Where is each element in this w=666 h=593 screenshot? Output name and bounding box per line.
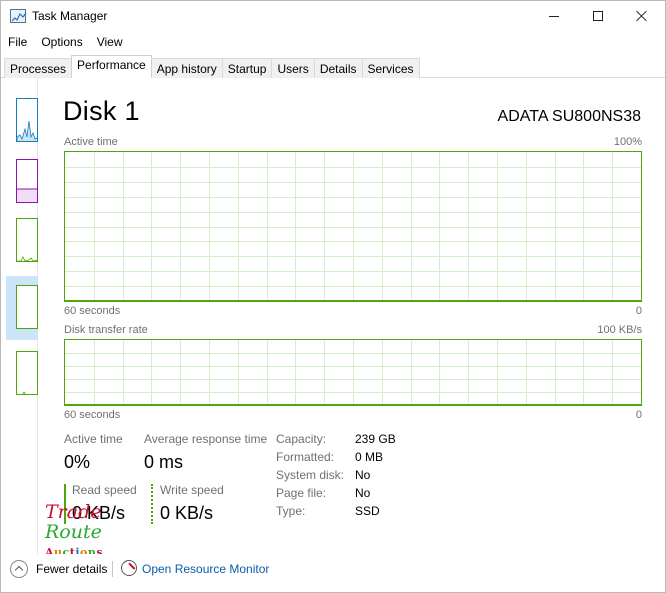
close-icon — [636, 10, 648, 22]
page-file-value: No — [355, 486, 371, 500]
formatted-key: Formatted: — [276, 450, 335, 464]
system-disk-key: System disk: — [276, 468, 345, 482]
menu-view[interactable]: View — [90, 32, 130, 52]
type-key: Type: — [276, 504, 306, 518]
watermark-logo: Trade Route Auctions — [43, 501, 123, 561]
transfer-rate-graph-label: Disk transfer rate — [64, 324, 148, 336]
menu-options[interactable]: Options — [34, 32, 89, 52]
sidebar-item-ethernet[interactable] — [16, 351, 38, 395]
sidebar-item-cpu[interactable] — [16, 98, 38, 142]
task-manager-window: Task Manager File Options View Processes… — [0, 0, 666, 593]
close-button[interactable] — [619, 1, 665, 31]
performance-sidebar — [1, 78, 38, 554]
transfer-rate-graph-max: 100 KB/s — [597, 324, 642, 336]
avg-response-stat-label: Average response time — [144, 432, 268, 446]
transfer-rate-graph — [64, 339, 642, 406]
tab-app-history[interactable]: App history — [150, 58, 223, 78]
disk-model: ADATA SU800NS38 — [497, 108, 641, 125]
write-speed-indicator — [151, 484, 153, 524]
window-title: Task Manager — [32, 9, 108, 23]
title-bar[interactable]: Task Manager — [1, 1, 665, 31]
transfer-rate-grid — [65, 340, 641, 405]
ethernet-mini-graph — [22, 391, 26, 394]
write-speed-value: 0 KB/s — [160, 503, 214, 523]
minimize-icon — [549, 15, 559, 17]
footer-bar: Fewer details Open Resource Monitor — [1, 554, 665, 592]
fewer-details-button[interactable]: Fewer details — [36, 562, 107, 576]
memory-mini-graph — [17, 188, 37, 202]
active-time-stat-value: 0% — [64, 452, 91, 472]
chevron-up-icon[interactable] — [10, 560, 28, 578]
watermark-line-1: Trade — [45, 501, 102, 523]
maximize-button[interactable] — [575, 1, 621, 31]
transfer-rate-graph-timespan: 60 seconds — [64, 409, 121, 421]
menu-file[interactable]: File — [1, 32, 34, 52]
system-disk-value: No — [355, 468, 371, 482]
menu-bar: File Options View — [1, 32, 130, 52]
active-time-graph-timespan: 60 seconds — [64, 305, 121, 317]
watermark-line-2: Route — [45, 521, 102, 543]
sidebar-item-disk-1[interactable] — [16, 285, 38, 329]
tab-details[interactable]: Details — [313, 58, 363, 78]
active-time-grid — [65, 152, 641, 301]
resource-monitor-icon[interactable] — [121, 560, 137, 576]
tab-startup[interactable]: Startup — [221, 58, 273, 78]
read-speed-label: Read speed — [72, 483, 137, 497]
page-title: Disk 1 — [63, 96, 140, 126]
maximize-icon — [593, 11, 603, 21]
tab-strip: Processes Performance App history Startu… — [4, 55, 420, 78]
footer-divider — [112, 561, 113, 577]
avg-response-stat-value: 0 ms — [144, 452, 184, 472]
tab-performance[interactable]: Performance — [71, 55, 152, 78]
capacity-value: 239 GB — [355, 432, 396, 446]
type-value: SSD — [355, 504, 380, 518]
active-time-graph — [64, 151, 642, 302]
active-time-graph-min: 0 — [635, 305, 642, 317]
tab-users[interactable]: Users — [271, 58, 315, 78]
performance-main-panel: Disk 1 ADATA SU800NS38 Active time 100% … — [39, 78, 665, 554]
tab-services[interactable]: Services — [361, 58, 420, 78]
minimize-button[interactable] — [531, 1, 577, 31]
disk-0-mini-graph — [17, 256, 37, 261]
tab-processes[interactable]: Processes — [4, 58, 73, 78]
transfer-rate-graph-min: 0 — [635, 409, 642, 421]
open-resource-monitor-link[interactable]: Open Resource Monitor — [142, 562, 269, 576]
task-manager-icon — [10, 9, 27, 23]
write-speed-label: Write speed — [160, 483, 224, 497]
cpu-mini-graph — [17, 120, 37, 141]
active-time-stat-label: Active time — [64, 432, 123, 446]
page-file-key: Page file: — [276, 486, 327, 500]
formatted-value: 0 MB — [355, 450, 384, 464]
sidebar-item-memory[interactable] — [16, 159, 38, 203]
capacity-key: Capacity: — [276, 432, 327, 446]
sidebar-item-disk-0[interactable] — [16, 218, 38, 262]
active-time-graph-label: Active time — [64, 136, 118, 148]
disk-1-mini-graph — [17, 286, 38, 329]
active-time-graph-max: 100% — [613, 136, 642, 148]
